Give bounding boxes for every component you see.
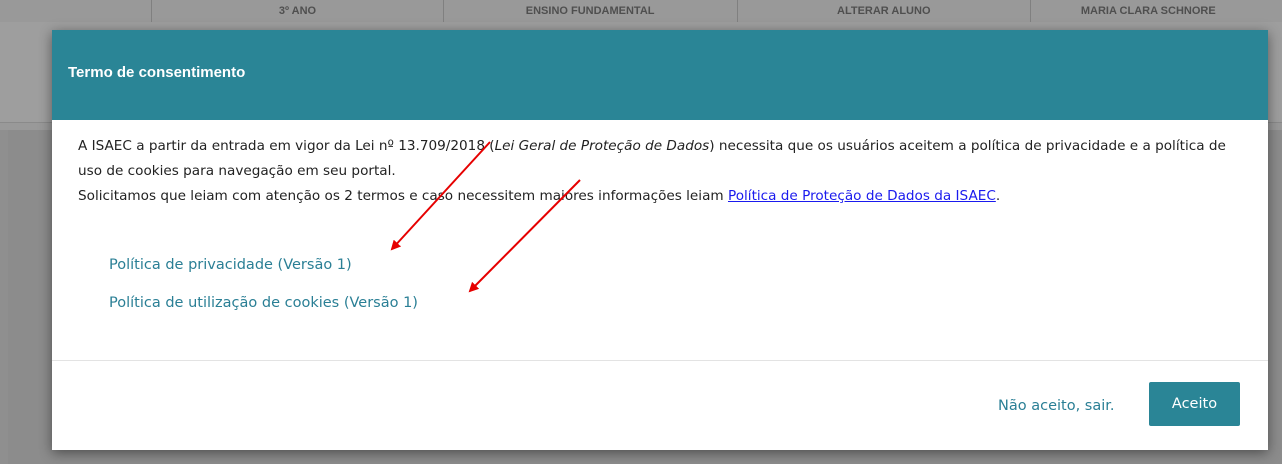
request-text-end: .: [995, 188, 1001, 204]
privacy-policy-link[interactable]: Política de privacidade (Versão 1): [109, 246, 418, 284]
background-header-cell: ALTERAR ALUNO: [738, 0, 1031, 22]
request-paragraph: Solicitamos que leiam com atenção os 2 t…: [78, 184, 1253, 209]
background-header-cell: MARIA CLARA SCHNORE: [1080, 5, 1216, 17]
request-text: Solicitamos que leiam com atenção os 2 t…: [78, 188, 728, 204]
footer-divider: [52, 360, 1268, 361]
background-header-cell: [0, 0, 153, 22]
accept-button[interactable]: Aceito: [1149, 382, 1240, 426]
data-protection-policy-link[interactable]: Política de Proteção de Dados da ISAEC: [728, 188, 996, 204]
consent-paragraph: A ISAEC a partir da entrada em vigor da …: [78, 134, 1253, 184]
cookies-policy-link[interactable]: Política de utilização de cookies (Versã…: [109, 284, 418, 322]
background-header-cell: ENSINO FUNDAMENTAL: [444, 0, 738, 22]
policy-links-list: Política de privacidade (Versão 1) Polít…: [109, 246, 418, 322]
modal-title: Termo de consentimento: [68, 64, 246, 81]
modal-header: Termo de consentimento: [52, 30, 1268, 120]
reject-exit-link[interactable]: Não aceito, sair.: [998, 398, 1115, 414]
background-header-row: 3º ANO ENSINO FUNDAMENTAL ALTERAR ALUNO …: [0, 0, 1282, 34]
background-header-cell: 3º ANO: [152, 0, 444, 22]
consent-text: A ISAEC a partir da entrada em vigor da …: [78, 138, 495, 154]
consent-modal: Termo de consentimento A ISAEC a partir …: [52, 30, 1268, 450]
background-strip: [0, 130, 8, 464]
modal-body: A ISAEC a partir da entrada em vigor da …: [78, 134, 1253, 209]
law-name: Lei Geral de Proteção de Dados: [494, 138, 710, 154]
